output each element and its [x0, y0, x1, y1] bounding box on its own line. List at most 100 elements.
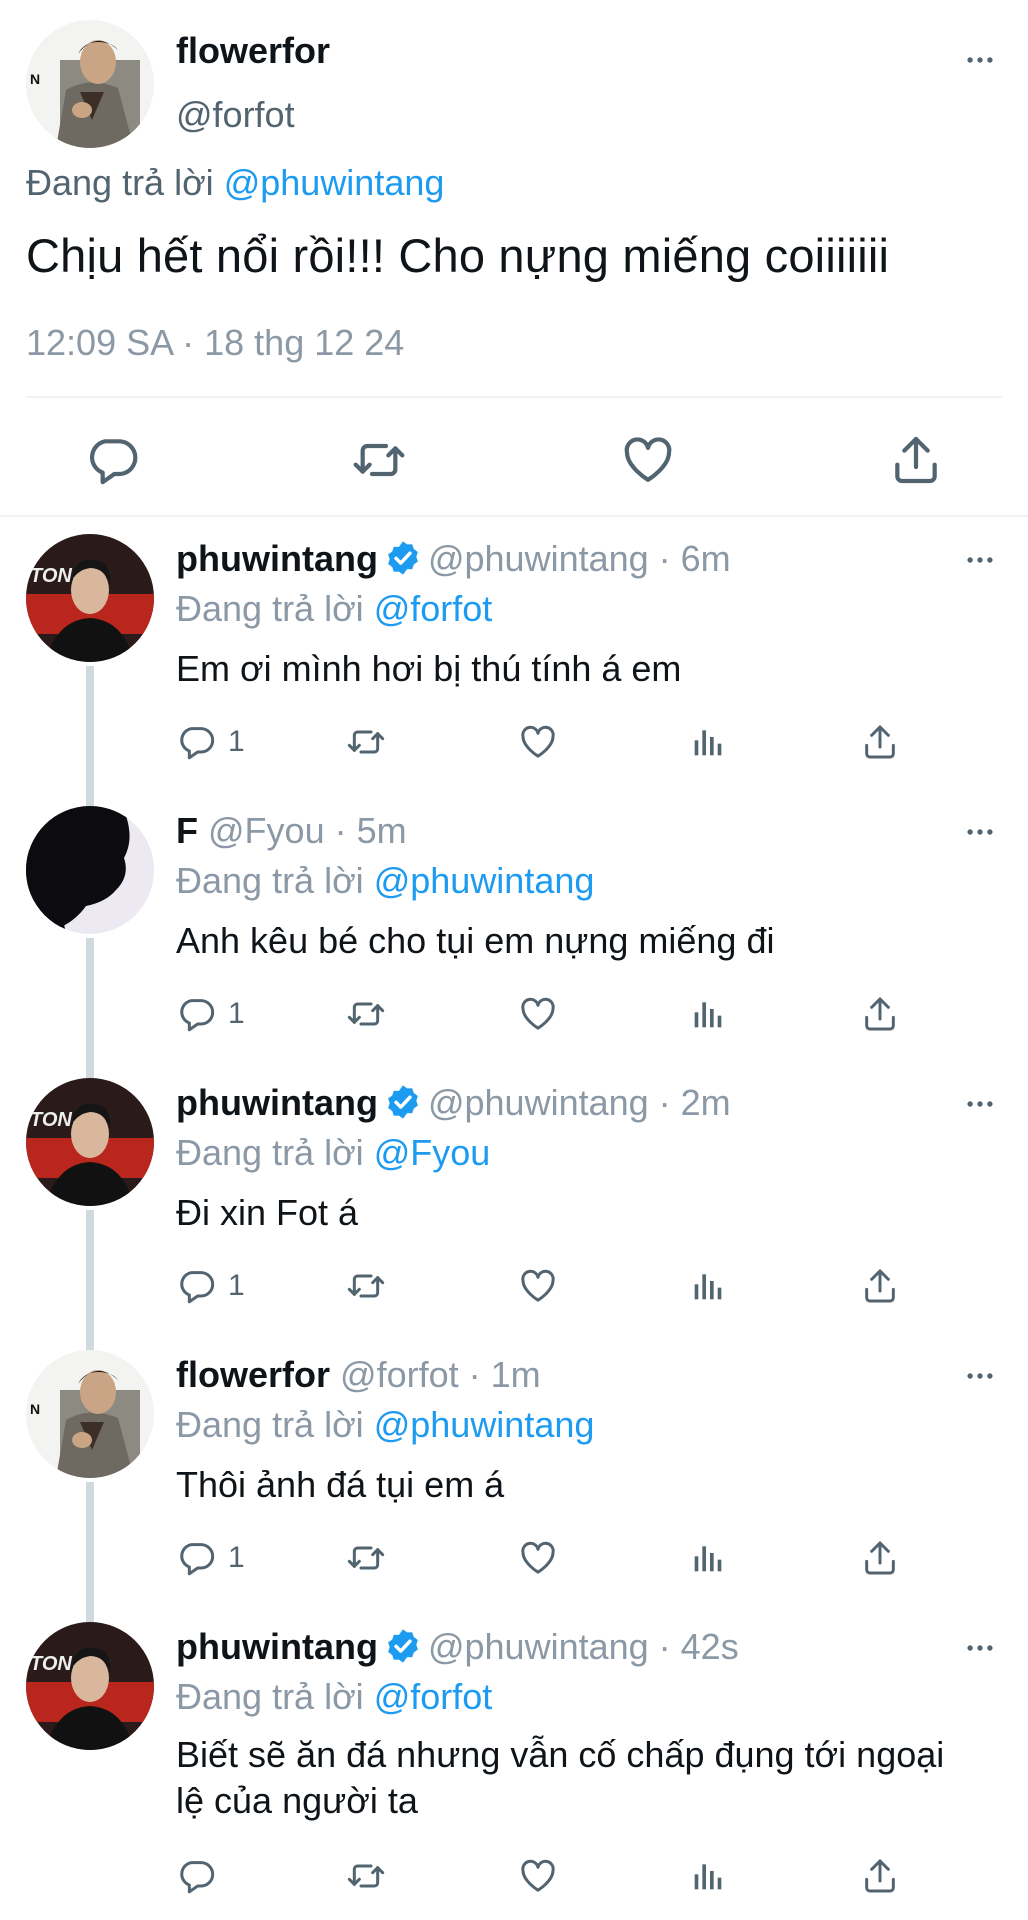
avatar[interactable] — [26, 20, 154, 148]
divider — [26, 396, 1002, 398]
reply-header: phuwintang @phuwintang · 6m — [176, 538, 731, 580]
analytics-icon[interactable] — [688, 1854, 728, 1898]
share-icon[interactable] — [860, 1854, 900, 1898]
author-handle-time[interactable]: @phuwintang · 2m — [428, 1082, 731, 1123]
share-icon[interactable] — [860, 992, 900, 1036]
like-icon[interactable] — [518, 1854, 558, 1898]
action-bar — [0, 420, 1028, 490]
more-icon[interactable] — [960, 1628, 1000, 1668]
retweet-icon[interactable] — [346, 1264, 386, 1308]
retweet-icon[interactable] — [346, 1536, 386, 1580]
avatar[interactable] — [26, 1350, 154, 1478]
author-handle-time[interactable]: @phuwintang · 42s — [428, 1626, 739, 1667]
action-bar: 1 — [176, 720, 996, 764]
reply-header: flowerfor @forfot · 1m — [176, 1354, 541, 1396]
replying-prefix: Đang trả lời — [176, 1676, 364, 1717]
replying-prefix: Đang trả lời — [176, 588, 364, 629]
reply-icon — [176, 1538, 216, 1578]
tweet-text: Thôi ảnh đá tụi em á — [176, 1464, 505, 1505]
retweet-icon[interactable] — [351, 432, 407, 488]
reply-button[interactable]: 1 — [176, 720, 245, 764]
replying-to-link[interactable]: @phuwintang — [374, 860, 595, 901]
analytics-icon[interactable] — [688, 992, 728, 1036]
replying-to-link[interactable]: @forfot — [374, 588, 493, 629]
author-handle-time[interactable]: @phuwintang · 6m — [428, 538, 731, 579]
section-divider — [0, 515, 1028, 517]
retweet-icon[interactable] — [346, 720, 386, 764]
verified-badge-icon — [384, 1083, 422, 1121]
avatar[interactable] — [26, 534, 154, 662]
like-icon[interactable] — [518, 1264, 558, 1308]
more-icon[interactable] — [960, 40, 1000, 80]
author-name[interactable]: flowerfor — [176, 1354, 330, 1395]
tweet-timestamp[interactable]: 12:09 SA · 18 thg 12 24 — [26, 322, 404, 364]
verified-badge-icon — [384, 1627, 422, 1665]
more-icon[interactable] — [960, 1084, 1000, 1124]
analytics-icon[interactable] — [688, 720, 728, 764]
more-icon[interactable] — [960, 812, 1000, 852]
replying-to: Đang trả lời @forfot — [176, 588, 492, 630]
retweet-icon[interactable] — [346, 1854, 386, 1898]
reply-icon — [176, 722, 216, 762]
like-icon[interactable] — [620, 432, 676, 488]
replying-prefix: Đang trả lời — [176, 1132, 364, 1173]
replying-to: Đang trả lời @Fyou — [176, 1132, 490, 1174]
focused-tweet: flowerfor @forfot Đang trả lời @phuwinta… — [0, 0, 1028, 517]
more-icon[interactable] — [960, 540, 1000, 580]
avatar[interactable] — [26, 806, 154, 934]
action-bar: 1 — [176, 992, 996, 1036]
avatar[interactable] — [26, 1078, 154, 1206]
action-bar — [176, 1854, 996, 1898]
author-name[interactable]: phuwintang — [176, 1082, 378, 1123]
reply-tweet[interactable]: phuwintang @phuwintang · 42s Đang trả lời… — [0, 1622, 1028, 1920]
reply-button[interactable] — [176, 1854, 228, 1898]
author-handle[interactable]: @forfot — [176, 94, 295, 136]
like-icon[interactable] — [518, 720, 558, 764]
author-name[interactable]: F — [176, 810, 198, 851]
author-name[interactable]: flowerfor — [176, 30, 330, 72]
author-handle-time[interactable]: @Fyou · 5m — [208, 810, 407, 851]
action-bar: 1 — [176, 1536, 996, 1580]
replying-to-link[interactable]: @phuwintang — [224, 162, 445, 203]
replying-to-link[interactable]: @forfot — [374, 1676, 493, 1717]
reply-count: 1 — [228, 997, 245, 1030]
share-icon[interactable] — [860, 720, 900, 764]
action-bar: 1 — [176, 1264, 996, 1308]
share-icon[interactable] — [860, 1536, 900, 1580]
reply-icon[interactable] — [84, 432, 140, 488]
reply-count: 1 — [228, 725, 245, 758]
analytics-icon[interactable] — [688, 1264, 728, 1308]
reply-button[interactable]: 1 — [176, 1264, 245, 1308]
reply-tweet[interactable]: F @Fyou · 5m Đang trả lời @phuwintang An… — [0, 806, 1028, 1056]
share-icon[interactable] — [888, 432, 944, 488]
like-icon[interactable] — [518, 1536, 558, 1580]
replying-prefix: Đang trả lời — [26, 162, 214, 203]
reply-icon — [176, 1266, 216, 1306]
replying-prefix: Đang trả lời — [176, 1404, 364, 1445]
replying-to-link[interactable]: @Fyou — [374, 1132, 491, 1173]
reply-icon — [176, 1856, 216, 1896]
reply-button[interactable]: 1 — [176, 992, 245, 1036]
replying-to: Đang trả lời @forfot — [176, 1676, 492, 1718]
replying-to: Đang trả lời @phuwintang — [26, 162, 444, 204]
reply-header: F @Fyou · 5m — [176, 810, 407, 852]
reply-tweet[interactable]: phuwintang @phuwintang · 6m Đang trả lời … — [0, 534, 1028, 784]
share-icon[interactable] — [860, 1264, 900, 1308]
reply-header: phuwintang @phuwintang · 42s — [176, 1626, 739, 1668]
reply-button[interactable]: 1 — [176, 1536, 245, 1580]
reply-tweet[interactable]: flowerfor @forfot · 1m Đang trả lời @phu… — [0, 1350, 1028, 1600]
replying-to: Đang trả lời @phuwintang — [176, 1404, 594, 1446]
author-name[interactable]: phuwintang — [176, 538, 378, 579]
more-icon[interactable] — [960, 1356, 1000, 1396]
reply-count: 1 — [228, 1269, 245, 1302]
analytics-icon[interactable] — [688, 1536, 728, 1580]
reply-tweet[interactable]: phuwintang @phuwintang · 2m Đang trả lời … — [0, 1078, 1028, 1328]
tweet-text: Anh kêu bé cho tụi em nựng miếng đi — [176, 920, 775, 961]
avatar[interactable] — [26, 1622, 154, 1750]
reply-header: phuwintang @phuwintang · 2m — [176, 1082, 731, 1124]
replying-to-link[interactable]: @phuwintang — [374, 1404, 595, 1445]
author-handle-time[interactable]: @forfot · 1m — [340, 1354, 541, 1395]
like-icon[interactable] — [518, 992, 558, 1036]
author-name[interactable]: phuwintang — [176, 1626, 378, 1667]
retweet-icon[interactable] — [346, 992, 386, 1036]
